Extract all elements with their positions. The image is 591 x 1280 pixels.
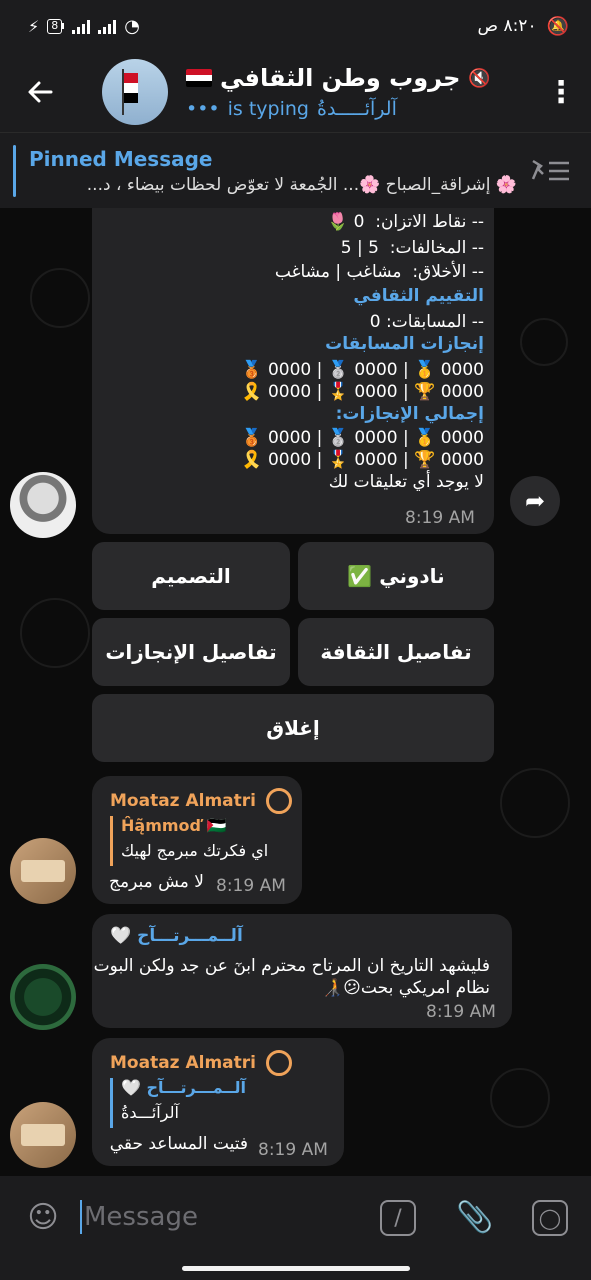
text-cursor bbox=[80, 1200, 82, 1234]
chat-header: جروب وطن الثقافي 🔇 ••• is typing آلرآئــ… bbox=[0, 52, 591, 132]
more-menu-icon[interactable]: ⋮ bbox=[531, 52, 591, 132]
charging-icon: ⚡ bbox=[28, 16, 40, 36]
status-time: ٨:٢٠ ص bbox=[477, 16, 537, 36]
keyboard-button-culture-details[interactable]: تفاصيل الثقافة bbox=[298, 618, 494, 686]
no-comments-text: لا يوجد أي تعليقات لك bbox=[328, 472, 484, 492]
stat-line: -- المخالفات: 5 | 5 bbox=[340, 238, 484, 258]
message-text: لا مش مبرمج bbox=[109, 872, 204, 892]
status-icons: ⚡ 8 ◔ bbox=[28, 16, 140, 37]
stats-message-bubble[interactable]: -- نقاط الاتزان: 0 🌷 -- المخالفات: 5 | 5… bbox=[92, 208, 494, 534]
keyboard-button-call-me[interactable]: نادوني ✅ bbox=[298, 542, 494, 610]
competitions-line: -- المسابقات: 0 bbox=[369, 312, 484, 332]
quote-author: Ĥą̃mmoď 🇵🇸 bbox=[121, 816, 227, 835]
signal-icon bbox=[98, 19, 117, 34]
wifi-icon: ◔ bbox=[124, 15, 140, 37]
camera-icon[interactable]: ◯ bbox=[532, 1200, 568, 1236]
sender-name: Moataz Almatri bbox=[110, 788, 292, 814]
message-input[interactable]: Message bbox=[84, 1202, 198, 1232]
quote-text: آلرآئـــدةُ bbox=[121, 1103, 179, 1122]
back-arrow-icon[interactable] bbox=[0, 52, 80, 132]
message-text-line: نظام امريكي بحت😕🧑‍🦯 bbox=[322, 978, 490, 998]
message-time: 8:19 AM bbox=[405, 508, 475, 528]
signal-icon bbox=[72, 19, 91, 34]
pinned-title: Pinned Message bbox=[29, 147, 213, 171]
user-avatar[interactable] bbox=[10, 1102, 76, 1168]
muted-icon: 🔇 bbox=[468, 67, 491, 89]
emoji-icon[interactable]: ☺ bbox=[22, 1196, 64, 1238]
group-title: جروب وطن الثقافي bbox=[220, 64, 461, 92]
github-icon bbox=[265, 788, 292, 814]
typing-dots: ••• bbox=[186, 98, 220, 120]
status-bar: ⚡ 8 ◔ ٨:٢٠ ص 🔕 bbox=[0, 0, 591, 52]
section-culture: التقييم الثقافي bbox=[353, 286, 484, 306]
group-avatar[interactable] bbox=[102, 59, 168, 125]
message-time: 8:19 AM bbox=[216, 876, 286, 896]
chat-area[interactable]: -- نقاط الاتزان: 0 🌷 -- المخالفات: 5 | 5… bbox=[0, 208, 591, 1176]
bot-commands-icon[interactable]: / bbox=[380, 1200, 416, 1236]
comp-row: 0000 🥇 | 0000 🥈 | 0000 🥉 bbox=[241, 360, 484, 380]
total-row: 0000 🥇 | 0000 🥈 | 0000 🥉 bbox=[241, 428, 484, 448]
bot-avatar[interactable] bbox=[10, 472, 76, 538]
sender-name: Moataz Almatri bbox=[110, 1050, 292, 1076]
pinned-text: 🌸 إشراقة_الصباح 🌸... الجُمعة لا تعوّض لح… bbox=[86, 175, 517, 195]
typing-indicator: ••• is typing آلرآئـــــدةُ bbox=[186, 98, 531, 120]
yemen-flag-icon bbox=[186, 69, 212, 87]
pinned-list-icon[interactable] bbox=[529, 155, 573, 187]
total-row: 0000 🏆 | 0000 🎖️ | 0000 🎗️ bbox=[241, 450, 484, 470]
message-bubble[interactable]: آلــمـــرتـــآح 🤍 فليشهد التاريخ ان المر… bbox=[92, 914, 512, 1028]
message-text-line: فليشهد التاريخ ان المرتاح محترم ابنٓ عن … bbox=[93, 956, 490, 976]
message-bubble[interactable]: Moataz Almatri Ĥą̃mmoď 🇵🇸 اي فكرتك مبرمج… bbox=[92, 776, 302, 904]
quote-author: آلــمـــرتـــآح 🤍 bbox=[121, 1078, 246, 1097]
battery-level: 8 bbox=[47, 18, 63, 34]
attach-icon[interactable]: 📎 bbox=[454, 1196, 496, 1238]
comp-row: 0000 🏆 | 0000 🎖️ | 0000 🎗️ bbox=[241, 382, 484, 402]
user-avatar[interactable] bbox=[10, 838, 76, 904]
keyboard-button-design[interactable]: التصميم bbox=[92, 542, 290, 610]
stat-line: -- الأخلاق: مشاغب | مشاغب bbox=[274, 262, 484, 282]
reply-quote[interactable]: آلــمـــرتـــآح 🤍 آلرآئـــدةُ bbox=[110, 1078, 324, 1128]
user-avatar[interactable] bbox=[10, 964, 76, 1030]
message-text: فتيت المساعد حقي bbox=[109, 1134, 248, 1154]
message-time: 8:19 AM bbox=[258, 1140, 328, 1160]
stat-line: -- نقاط الاتزان: 0 🌷 bbox=[327, 212, 484, 232]
sender-name: آلــمـــرتـــآح 🤍 bbox=[110, 926, 243, 946]
pinned-message-bar[interactable]: Pinned Message 🌸 إشراقة_الصباح 🌸... الجُ… bbox=[0, 132, 591, 208]
keyboard-button-close[interactable]: إغلاق bbox=[92, 694, 494, 762]
section-total: إجمالي الإنجازات: bbox=[335, 404, 484, 424]
keyboard-button-achievement-details[interactable]: تفاصيل الإنجازات bbox=[92, 618, 290, 686]
reply-quote[interactable]: Ĥą̃mmoď 🇵🇸 اي فكرتك مبرمج لهيك bbox=[110, 816, 286, 866]
typing-suffix: is typing bbox=[227, 98, 309, 120]
github-icon bbox=[265, 1050, 292, 1076]
message-time: 8:19 AM bbox=[426, 1002, 496, 1022]
alarm-off-icon: 🔕 bbox=[546, 15, 569, 37]
chat-title-block[interactable]: جروب وطن الثقافي 🔇 ••• is typing آلرآئــ… bbox=[186, 64, 531, 120]
battery-icon: 8 bbox=[47, 18, 65, 34]
share-icon[interactable]: ➦ bbox=[510, 476, 560, 526]
home-indicator[interactable] bbox=[182, 1266, 410, 1271]
message-bubble[interactable]: Moataz Almatri آلــمـــرتـــآح 🤍 آلرآئــ… bbox=[92, 1038, 344, 1166]
section-comp-achievements: إنجازات المسابقات bbox=[325, 334, 484, 354]
quote-text: اي فكرتك مبرمج لهيك bbox=[121, 841, 269, 860]
typing-user: آلرآئـــــدةُ bbox=[316, 98, 397, 120]
message-input-bar: ☺ Message / 📎 ◯ bbox=[0, 1176, 591, 1280]
